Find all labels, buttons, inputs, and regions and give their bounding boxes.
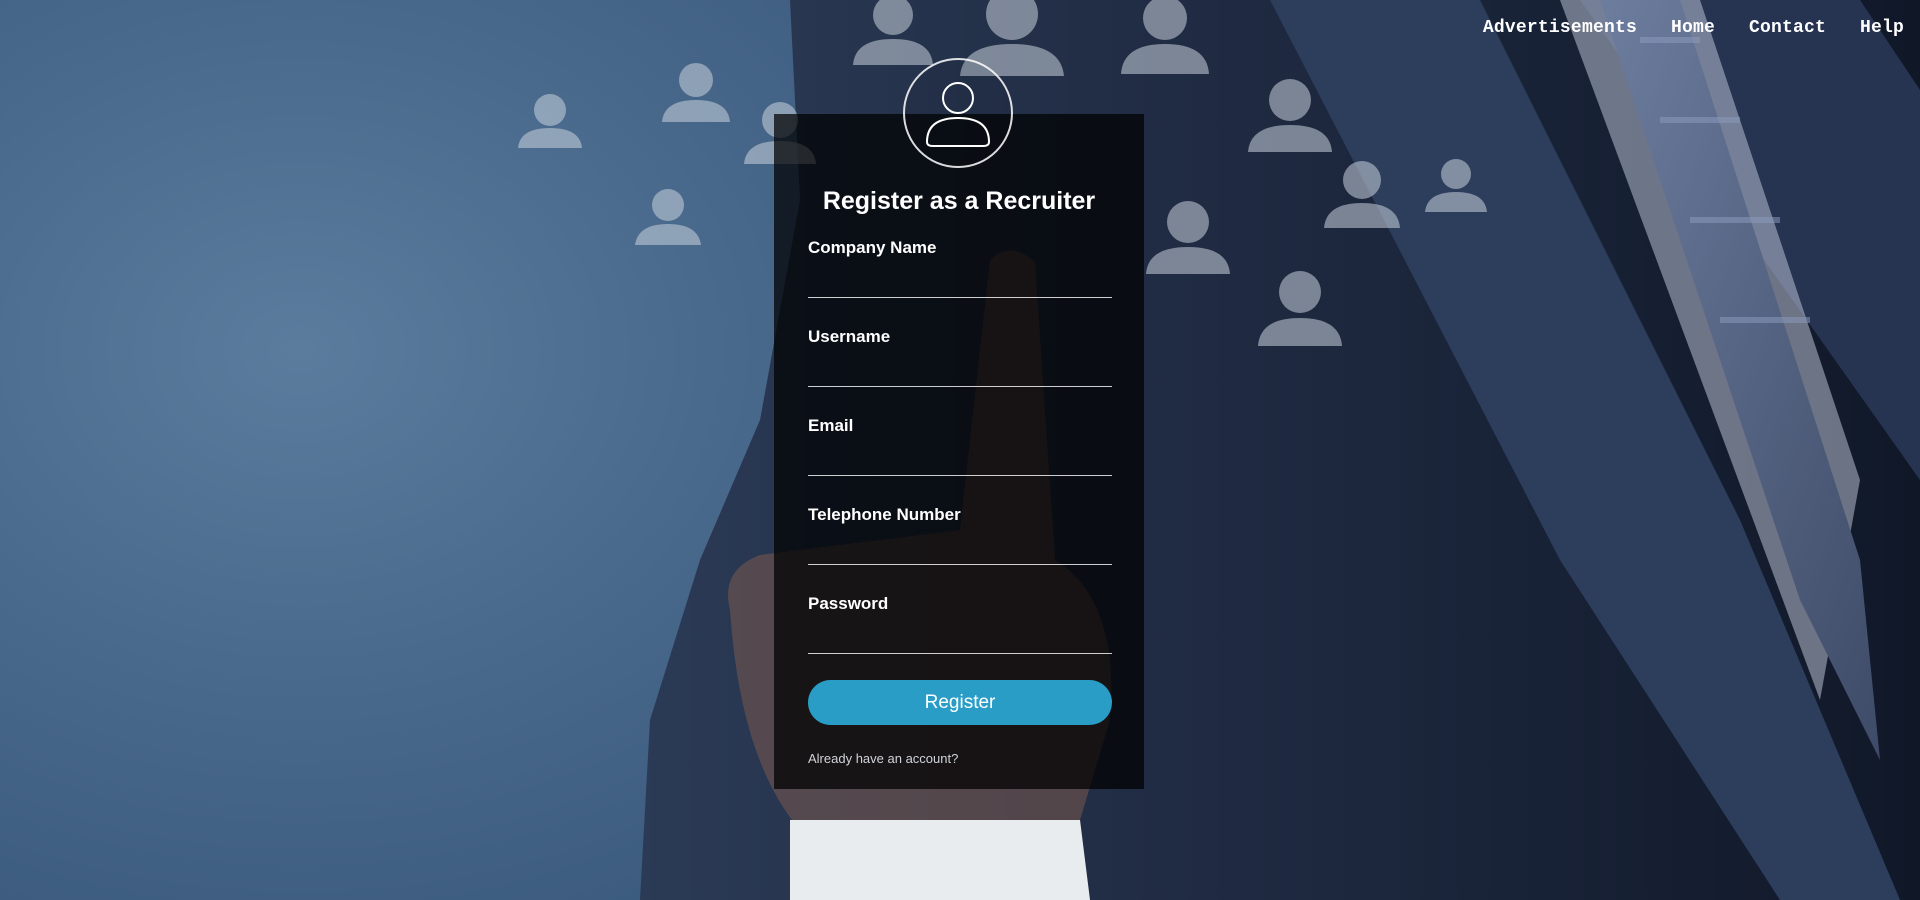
username-label: Username [808, 327, 891, 346]
register-card: Register as a Recruiter Company Name Use… [774, 58, 1144, 789]
form-title: Register as a Recruiter [822, 187, 1096, 215]
telephone-field: Telephone Number [808, 505, 1112, 594]
username-input[interactable] [808, 357, 1112, 387]
password-field: Password [808, 594, 1112, 683]
email-field: Email [808, 416, 1112, 505]
email-input[interactable] [808, 446, 1112, 476]
username-field: Username [808, 327, 1112, 416]
nav-contact-link[interactable]: Contact [1749, 18, 1826, 38]
login-link[interactable]: Already have an account? [808, 751, 958, 766]
password-label: Password [808, 594, 889, 613]
company-name-input[interactable] [808, 268, 1112, 298]
page: Advertisements Home Contact Help Registe… [0, 0, 1920, 900]
telephone-input[interactable] [808, 535, 1112, 565]
register-form: Company Name Username Email Telephone Nu… [808, 238, 1112, 683]
email-label: Email [808, 416, 854, 435]
top-nav: Advertisements Home Contact Help [1483, 18, 1904, 38]
nav-help-link[interactable]: Help [1860, 18, 1904, 38]
password-input[interactable] [808, 624, 1112, 654]
nav-home-link[interactable]: Home [1671, 18, 1715, 38]
nav-advertisements-link[interactable]: Advertisements [1483, 18, 1637, 38]
register-button[interactable]: Register [808, 680, 1112, 725]
company-name-field: Company Name [808, 238, 1112, 327]
telephone-label: Telephone Number [808, 505, 961, 524]
user-avatar-icon-svg [925, 82, 991, 147]
user-avatar-icon [903, 58, 1013, 168]
company-name-label: Company Name [808, 238, 937, 257]
